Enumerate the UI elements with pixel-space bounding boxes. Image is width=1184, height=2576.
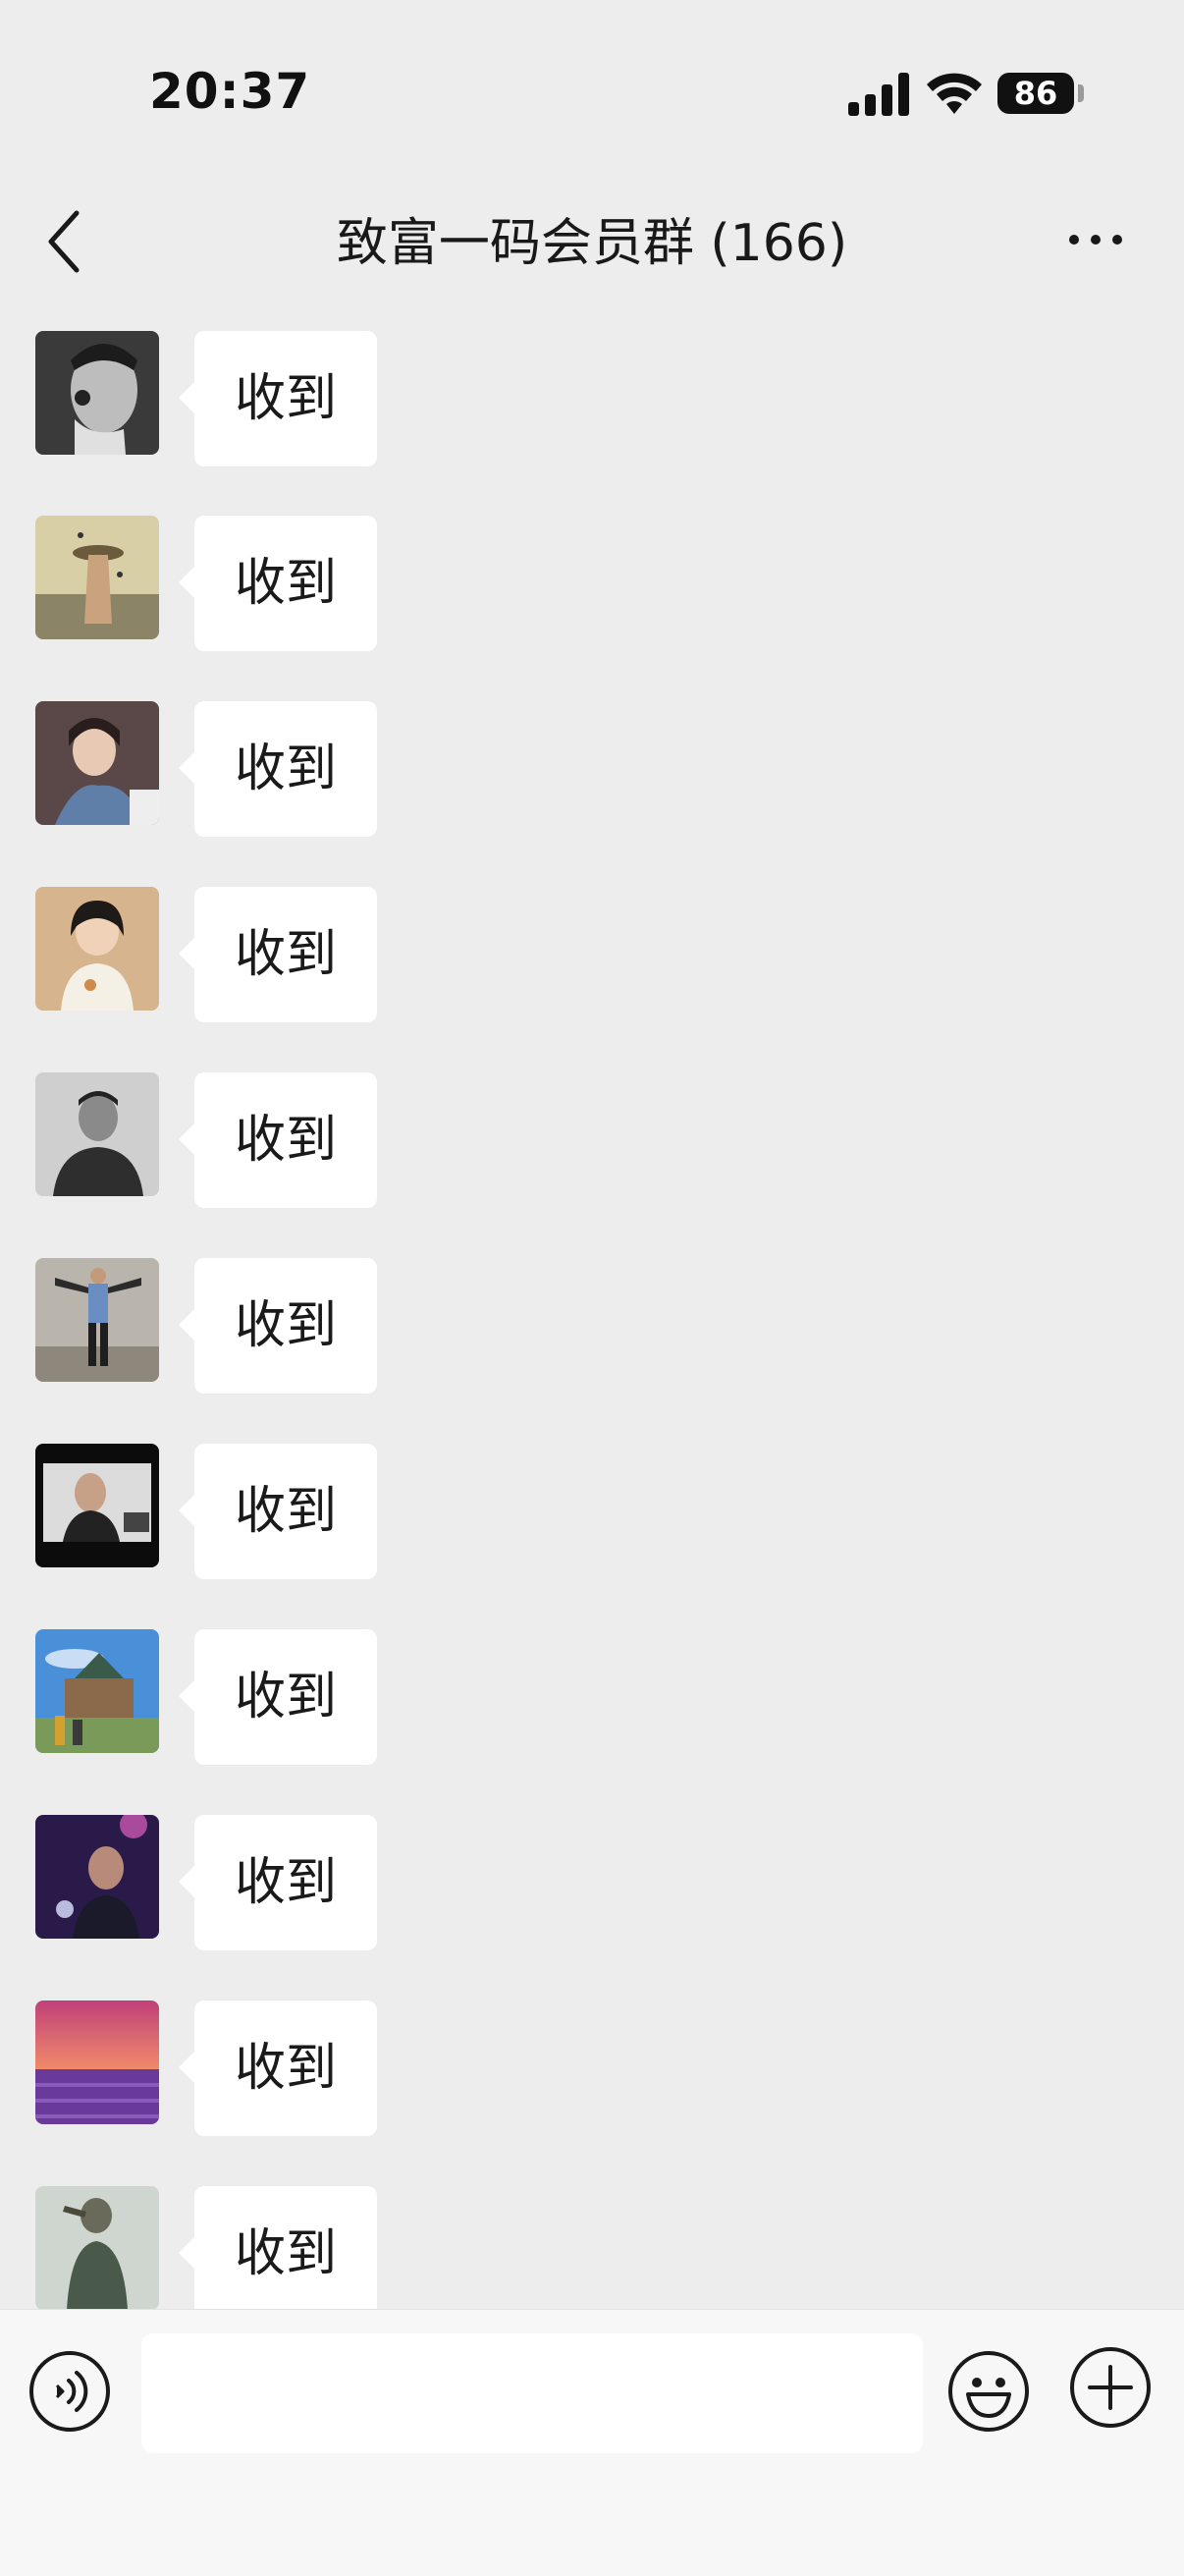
avatar[interactable] bbox=[35, 1258, 159, 1382]
message-row: 收到 bbox=[0, 2165, 1184, 2309]
message-row: 收到 bbox=[0, 1236, 1184, 1394]
message-bubble[interactable]: 收到 bbox=[179, 1815, 377, 1950]
message-row: 收到 bbox=[0, 1422, 1184, 1579]
message-row: 收到 bbox=[0, 309, 1184, 466]
avatar[interactable] bbox=[35, 1815, 159, 1939]
message-bubble[interactable]: 收到 bbox=[179, 2001, 377, 2136]
avatar[interactable] bbox=[35, 1629, 159, 1753]
status-time: 20:37 bbox=[149, 63, 311, 120]
message-input[interactable] bbox=[141, 2333, 923, 2453]
avatar[interactable] bbox=[35, 516, 159, 639]
battery-indicator: 86 bbox=[997, 73, 1074, 114]
message-row: 收到 bbox=[0, 1608, 1184, 1765]
avatar[interactable] bbox=[35, 2001, 159, 2124]
avatar[interactable] bbox=[35, 887, 159, 1011]
input-bar bbox=[0, 2309, 1184, 2576]
plus-circle-icon[interactable] bbox=[1068, 2345, 1153, 2430]
wifi-icon bbox=[927, 73, 982, 114]
message-row: 收到 bbox=[0, 1979, 1184, 2136]
message-bubble[interactable]: 收到 bbox=[179, 887, 377, 1022]
avatar[interactable] bbox=[35, 1444, 159, 1567]
cellular-signal-icon bbox=[848, 73, 909, 116]
message-bubble[interactable]: 收到 bbox=[179, 1072, 377, 1208]
status-bar: 20:37 86 bbox=[0, 0, 1184, 172]
message-bubble[interactable]: 收到 bbox=[179, 2186, 377, 2309]
message-row: 收到 bbox=[0, 494, 1184, 651]
avatar[interactable] bbox=[35, 701, 159, 825]
chat-title: 致富一码会员群 (166) bbox=[336, 214, 848, 273]
chat-header: 致富一码会员群 (166) bbox=[0, 172, 1184, 309]
message-bubble[interactable]: 收到 bbox=[179, 1629, 377, 1765]
battery-cap bbox=[1078, 84, 1084, 102]
emoji-icon[interactable] bbox=[946, 2349, 1031, 2434]
message-row: 收到 bbox=[0, 865, 1184, 1022]
message-bubble[interactable]: 收到 bbox=[179, 1444, 377, 1579]
message-bubble[interactable]: 收到 bbox=[179, 1258, 377, 1394]
message-bubble[interactable]: 收到 bbox=[179, 701, 377, 837]
avatar[interactable] bbox=[35, 331, 159, 455]
message-bubble[interactable]: 收到 bbox=[179, 331, 377, 466]
avatar[interactable] bbox=[35, 2186, 159, 2309]
voice-icon[interactable] bbox=[27, 2349, 112, 2434]
avatar[interactable] bbox=[35, 1072, 159, 1196]
ellipsis-icon[interactable] bbox=[1066, 225, 1125, 254]
message-row: 收到 bbox=[0, 680, 1184, 837]
battery-level: 86 bbox=[1013, 75, 1058, 112]
message-row: 收到 bbox=[0, 1051, 1184, 1208]
message-bubble[interactable]: 收到 bbox=[179, 516, 377, 651]
message-list[interactable]: 收到 收到 收到 收到 收到 收到 收到 收到 收到 收到 收到 bbox=[0, 309, 1184, 2309]
message-row: 收到 bbox=[0, 1793, 1184, 1950]
